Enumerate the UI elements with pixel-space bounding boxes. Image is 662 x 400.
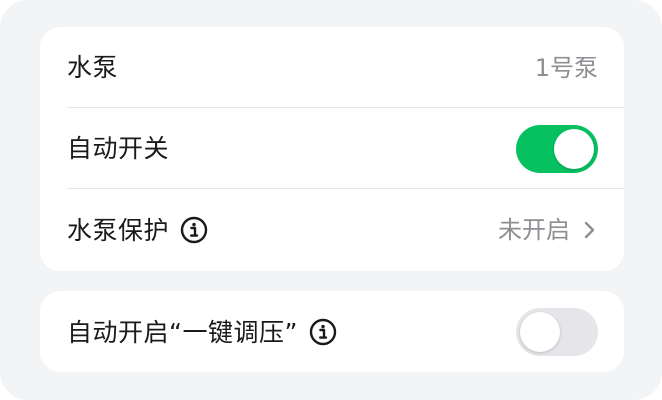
auto-switch-row: 自动开关 [40, 108, 624, 189]
auto-pressure-label: 自动开启“一键调压” [67, 317, 298, 347]
toggle-knob [554, 128, 594, 169]
pump-settings-card: 水泵 1号泵 自动开关 水泵保护 未开启 [40, 27, 624, 271]
settings-screen: 水泵 1号泵 自动开关 水泵保护 未开启 自动开启“一键调压” [0, 0, 662, 400]
pump-row[interactable]: 水泵 1号泵 [40, 27, 624, 108]
pump-label: 水泵 [67, 53, 119, 82]
pump-value: 1号泵 [534, 53, 598, 82]
pump-protection-label: 水泵保护 [67, 215, 170, 245]
auto-switch-toggle[interactable] [516, 124, 598, 173]
pump-protection-status: 未开启 [498, 216, 570, 244]
auto-switch-label: 自动开关 [67, 134, 170, 163]
chevron-right-icon [580, 221, 598, 239]
pump-protection-row[interactable]: 水泵保护 未开启 [40, 189, 624, 271]
pump-protection-value-group: 未开启 [498, 218, 598, 242]
pump-protection-label-group: 水泵保护 [67, 215, 209, 245]
auto-pressure-label-group: 自动开启“一键调压” [67, 317, 338, 347]
auto-pressure-toggle[interactable] [516, 308, 598, 356]
info-icon[interactable] [308, 317, 338, 347]
auto-pressure-card: 自动开启“一键调压” [40, 291, 624, 372]
info-icon[interactable] [179, 215, 209, 245]
auto-pressure-row: 自动开启“一键调压” [40, 291, 624, 372]
toggle-knob [520, 312, 560, 352]
